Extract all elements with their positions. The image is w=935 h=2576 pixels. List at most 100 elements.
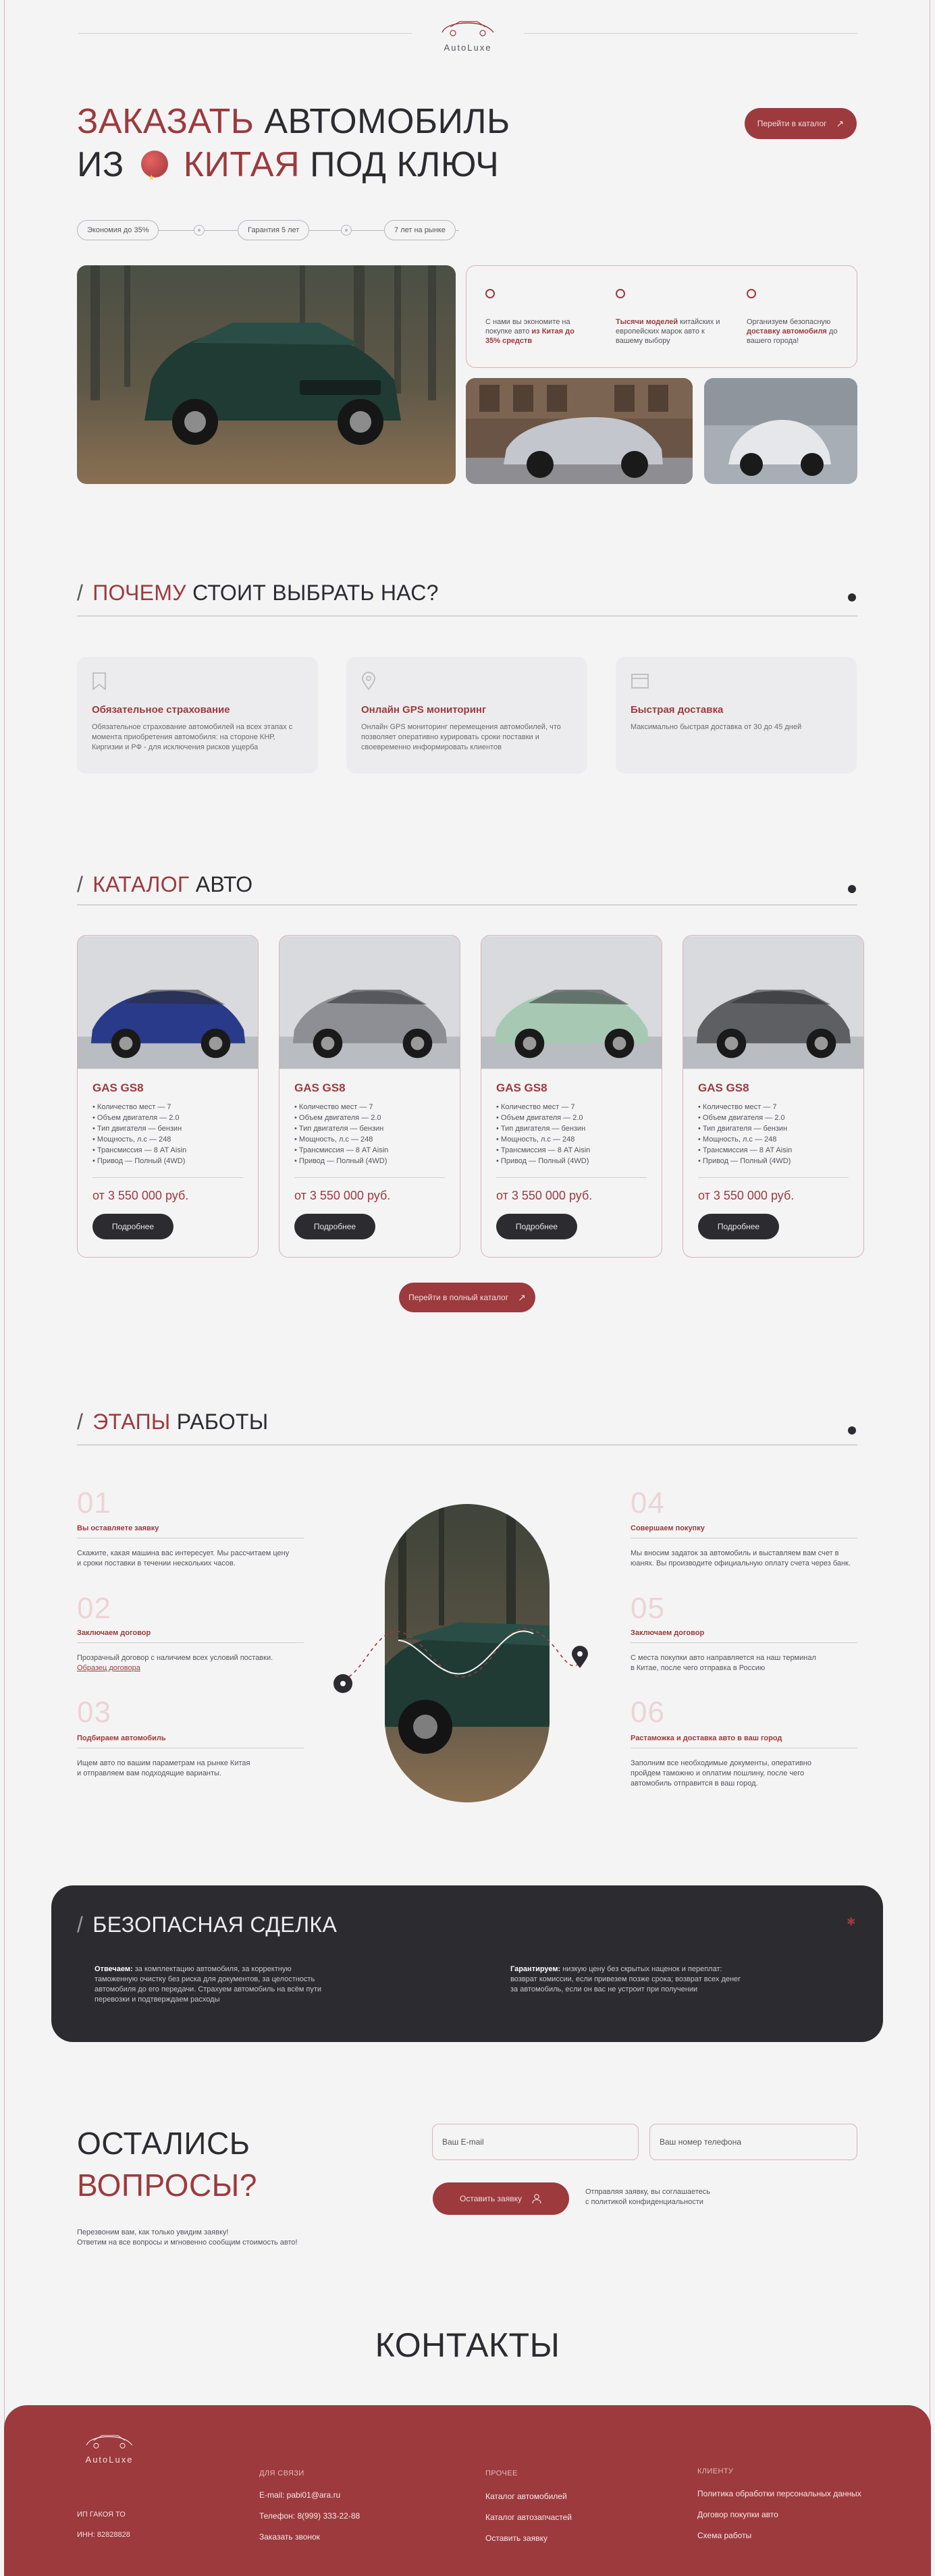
footer-email-link[interactable]: E-mail: pabi01@ara.ru [259,2490,340,2500]
full-catalog-button[interactable]: Перейти в полный каталог ↗ [399,1283,535,1312]
step-number: 06 [631,1696,665,1729]
contract-sample-link[interactable]: Образец договора [77,1664,140,1672]
chip-economy: Экономия до 35% [77,220,159,240]
car-card[interactable]: GAS GS8 Количество мест — 7Объем двигател… [481,935,662,1258]
car-card-divider [496,1177,647,1178]
submit-request-button[interactable]: Оставить заявку [433,2182,569,2215]
step-number: 03 [77,1696,111,1729]
bookmark-icon [92,672,111,691]
step-text-line: юанях. Вы производите официальную оплату… [631,1559,851,1567]
footer-link-privacy[interactable]: Политика обработки персональных данных [697,2489,861,2498]
safe-deal-responsibility: Отвечаем: за комплектацию автомобиля, за… [95,1964,365,2005]
step-text: Прозрачный договор с наличием всех услов… [77,1653,306,1673]
feature-delivery-text: Максимально быстрая доставка от 30 до 45… [631,723,802,731]
car-card[interactable]: GAS GS8 Количество мест — 7Объем двигател… [683,935,864,1258]
feature-delivery-title: Быстрая доставка [631,704,724,716]
questions-text-line: Перезвоним вам, как только увидим заявку… [77,2228,229,2236]
footer-other-title: ПРОЧЕЕ [485,2469,518,2477]
car-card-photo [78,936,258,1069]
car-card-details-button[interactable]: Подробнее [92,1214,173,1239]
footer-link-contract[interactable]: Договор покупки авто [697,2510,778,2519]
car-card-model: GAS GS8 [698,1081,749,1094]
footer-link-catalog[interactable]: Каталог автомобилей [485,2492,567,2501]
car-card[interactable]: GAS GS8 Количество мест — 7Объем двигател… [279,935,460,1258]
footer-call-link[interactable]: Заказать звонок [259,2532,320,2542]
china-flag-icon: ★ [140,151,168,182]
benefit-delivery-bold: доставку автомобиля [747,327,827,336]
footer-link-request[interactable]: Оставить заявку [485,2533,547,2543]
car-card-spec: Мощность, л.с — 248 [698,1134,849,1145]
step-text-line: автомобиль отправится в ваш город. [631,1779,758,1788]
safe-deal-title: / БЕЗОПАСНАЯ СДЕЛКА [77,1912,338,1937]
car-card-spec: Количество мест — 7 [698,1102,849,1112]
car-card-spec: Привод — Полный (4WD) [698,1156,849,1166]
step-title: Совершаем покупку [631,1524,705,1532]
deal-right-line: низкую цену без скрытых наценок и перепл… [562,1965,722,1973]
catalog-title-accent: КАТАЛОГ [92,872,190,896]
feature-insurance-text: Обязательное страхование автомобилей на … [92,723,293,751]
why-title-accent: ПОЧЕМУ [92,581,186,605]
step-text: Заполним все необходимые документы, опер… [631,1759,860,1789]
car-card-details-button[interactable]: Подробнее [698,1214,779,1239]
car-card-price: от 3 550 000 руб. [92,1189,189,1202]
consent-text: Отправляя заявку, вы соглашаетесь с поли… [585,2187,710,2207]
feature-gps-text: Онлайн GPS мониторинг перемещения автомо… [361,723,561,751]
car-card-specs: Количество мест — 7Объем двигателя — 2.0… [698,1102,849,1166]
header-rule-left [78,33,412,34]
car-card-spec: Трансмиссия — 8 AT Aisin [294,1145,445,1156]
hero-title-end: ПОД КЛЮЧ [310,145,500,184]
benefit-marker-icon [747,289,756,298]
hero-catalog-button[interactable]: Перейти в каталог ↗ [745,108,857,139]
step-text: С места покупки авто направляется на наш… [631,1653,860,1673]
questions-title: ОСТАЛИСЬ ВОПРОСЫ? [77,2122,257,2206]
chip-dot [194,225,205,236]
footer-phone-link[interactable]: Телефон: 8(999) 333-22-88 [259,2511,360,2521]
hero-title-china: КИТАЯ [183,145,300,184]
feature-delivery: Быстрая доставка Максимально быстрая дос… [616,657,857,774]
feature-insurance: Обязательное страхование Обязательное ст… [77,657,318,774]
car-card-divider [294,1177,445,1178]
footer-link-scheme[interactable]: Схема работы [697,2531,751,2540]
phone-field[interactable]: Ваш номер телефона [649,2124,857,2160]
route-start-pin-icon [333,1674,352,1693]
car-card-spec: Количество мест — 7 [496,1102,647,1112]
car-logo-icon [86,2435,133,2449]
car-card-details-button[interactable]: Подробнее [496,1214,577,1239]
car-card-spec: Привод — Полный (4WD) [294,1156,445,1166]
car-card-model: GAS GS8 [496,1081,547,1094]
safe-deal-section: / БЕЗОПАСНАЯ СДЕЛКА ✱ Отвечаем: за компле… [51,1885,883,2042]
car-card[interactable]: GAS GS8 Количество мест — 7Объем двигател… [77,935,259,1258]
car-card-spec: Объем двигателя — 2.0 [698,1112,849,1123]
car-card-divider [698,1177,849,1178]
car-card-divider [92,1177,243,1178]
contacts-title: КОНТАКТЫ [375,2326,560,2364]
footer-link-parts[interactable]: Каталог автозапчастей [485,2513,572,2522]
brand-logo[interactable]: AutoLuxe [432,15,504,53]
benefit-marker-icon [485,289,495,298]
car-logo-icon [442,21,494,36]
catalog-section-title: / КАТАЛОГ АВТО [77,872,253,896]
map-pin-icon [361,672,380,691]
car-card-model: GAS GS8 [294,1081,346,1094]
consent-line: Отправляя заявку, вы соглашаетесь [585,2188,710,2196]
feature-gps: Онлайн GPS мониторинг Онлайн GPS монитор… [346,657,587,774]
email-field[interactable]: Ваш E-mail [432,2124,639,2160]
hero-title-accent: ЗАКАЗАТЬ [77,102,255,141]
step-divider [631,1642,857,1643]
questions-title-line1: ОСТАЛИСЬ [77,2126,250,2161]
arrow-up-right-icon: ↗ [836,117,845,129]
header-rule-right [524,33,857,34]
arrow-up-right-icon: ↗ [518,1291,526,1303]
step-text-line: Ищем авто по вашим параметрам на рынке К… [77,1759,250,1767]
catalog-title-rest: АВТО [195,872,253,896]
footer-logo[interactable]: AutoLuxe [76,2430,143,2465]
step-title: Вы оставляете заявку [77,1524,159,1532]
car-card-spec: Тип двигателя — бензин [92,1123,243,1134]
car-card-photo [481,936,662,1069]
step-text-line: С места покупки авто направляется на наш… [631,1654,816,1662]
privacy-policy-link[interactable]: с политикой конфиденциальности [585,2198,703,2206]
car-card-details-button[interactable]: Подробнее [294,1214,375,1239]
car-card-price: от 3 550 000 руб. [496,1189,593,1202]
footer-brand-name: AutoLuxe [85,2454,134,2465]
car-card-spec: Трансмиссия — 8 AT Aisin [496,1145,647,1156]
